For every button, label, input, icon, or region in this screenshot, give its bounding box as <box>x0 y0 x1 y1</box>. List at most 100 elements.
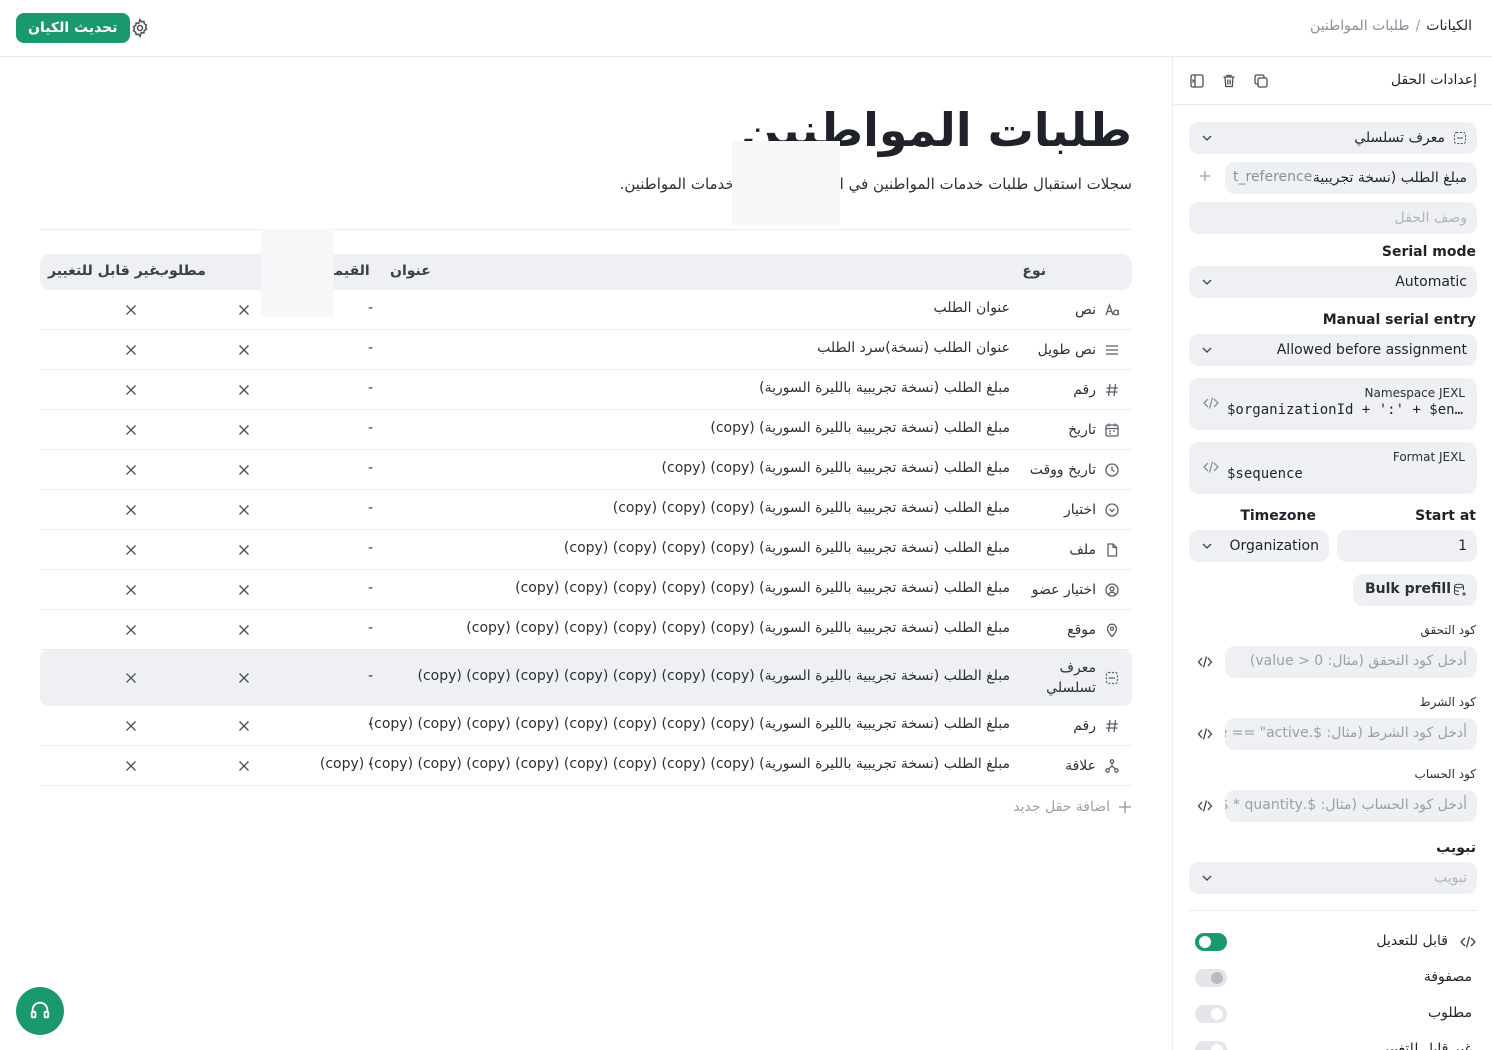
code-icon[interactable] <box>1460 935 1476 949</box>
calc-label: كود الحساب <box>1414 767 1476 781</box>
field-description-input[interactable]: وصف الحقل <box>1189 202 1477 234</box>
table-row[interactable]: تاريخ مبلغ الطلب (نسخة تجريبية بالليرة ال… <box>40 410 1132 450</box>
chevron-down-icon <box>1202 875 1212 882</box>
bulk-prefill-button[interactable]: Bulk prefill <box>1353 574 1477 606</box>
row-type: علاقة <box>1065 758 1096 774</box>
select-icon <box>1105 503 1119 517</box>
table-row[interactable]: نص طويل عنوان الطلب (نسخة)سرد الطلب - <box>40 330 1132 370</box>
manual-entry-value: Allowed before assignment <box>1276 342 1467 358</box>
entity-description[interactable]: سجلات استقبال طلبات خدمات المواطنين في ا… <box>620 175 1132 193</box>
support-button[interactable] <box>16 987 64 1035</box>
namespace-jexl-field[interactable]: Namespace JEXL $organizationId + ':' + $… <box>1189 378 1477 430</box>
table-row[interactable]: موقع مبلغ الطلب (نسخة تجريبية بالليرة الس… <box>40 610 1132 650</box>
namespace-label: Namespace JEXL <box>1364 386 1465 400</box>
panel-title: إعدادات الحقل <box>1390 72 1477 88</box>
field-key-value: t_reference <box>1233 169 1313 185</box>
field-settings-panel: إعدادات الحقل معرف تسلسلي مبلغ الطلب (نس… <box>1172 57 1492 1050</box>
code-icon[interactable] <box>1197 726 1213 742</box>
table-row[interactable]: رقم مبلغ الطلب (نسخة تجريبية بالليرة السو… <box>40 370 1132 410</box>
calc-code-input[interactable]: أدخل كود الحساب (مثال: $.quantity * $ <box>1225 790 1477 822</box>
table-row[interactable]: علاقة مبلغ الطلب (نسخة تجريبية بالليرة ال… <box>40 746 1132 786</box>
immutable-x-icon <box>125 584 137 596</box>
long-text-icon <box>1106 345 1118 355</box>
immutable-x-icon <box>125 424 137 436</box>
table-row[interactable]: اختيار عضو مبلغ الطلب (نسخة تجريبية باللي… <box>40 570 1132 610</box>
add-field-button[interactable]: اضافة حقل جديد <box>1013 799 1132 815</box>
timezone-select[interactable]: Organization <box>1189 530 1329 562</box>
header-title: عنوان <box>390 263 431 279</box>
format-value: $sequence <box>1227 466 1303 482</box>
main-content: طلبات المواطنين سجلات استقبال طلبات خدما… <box>0 57 1172 1050</box>
divider <box>1189 910 1477 911</box>
toggle-label: غير قابل للتغيير <box>1382 1041 1472 1050</box>
divider <box>40 229 1132 230</box>
field-type-select[interactable]: معرف تسلسلي <box>1189 122 1477 154</box>
code-icon[interactable] <box>1197 798 1213 814</box>
manual-entry-label: Manual serial entry <box>1322 312 1476 328</box>
table-row[interactable]: اختيار مبلغ الطلب (نسخة تجريبية بالليرة ا… <box>40 490 1132 530</box>
immutable-x-icon <box>125 464 137 476</box>
immutable-x-icon <box>125 760 137 772</box>
row-type: رقم <box>1073 718 1096 734</box>
row-type: معرف تسلسلي <box>1046 660 1096 696</box>
condition-label: كود الشرط <box>1419 695 1476 709</box>
required-x-icon <box>238 464 250 476</box>
field-label-input[interactable]: مبلغ الطلب (نسخة تجريبية t_reference <box>1225 162 1477 194</box>
table-row[interactable]: رقم مبلغ الطلب (نسخة تجريبية بالليرة السو… <box>40 706 1132 746</box>
table-header: نوع عنوان القيمة مطلوب غير قابل للتغيير <box>40 254 1132 290</box>
start-at-value: 1 <box>1458 538 1467 554</box>
toggle-switch[interactable] <box>1195 933 1227 951</box>
table-row[interactable]: معرف تسلسلي مبلغ الطلب (نسخة تجريبية بالل… <box>40 650 1132 706</box>
text-icon <box>1105 303 1119 316</box>
serial-icon <box>1105 671 1119 685</box>
row-type: رقم <box>1073 382 1096 398</box>
breadcrumb-entities[interactable]: الكيانات <box>1426 18 1472 34</box>
hash-icon <box>1106 383 1118 397</box>
start-at-input[interactable]: 1 <box>1337 530 1477 562</box>
table-row[interactable]: ملف مبلغ الطلب (نسخة تجريبية بالليرة السو… <box>40 530 1132 570</box>
validation-label: كود التحقق <box>1420 623 1476 637</box>
required-x-icon <box>238 720 250 732</box>
tab-select[interactable]: تبويب <box>1189 862 1477 894</box>
row-value: - <box>368 756 374 772</box>
table-row[interactable]: نص عنوان الطلب - <box>40 290 1132 330</box>
condition-placeholder: أدخل كود الشرط (مثال: $.type == "active" <box>1225 725 1467 741</box>
file-icon <box>1107 543 1118 557</box>
row-value: - <box>368 380 374 396</box>
toggle-label: مطلوب <box>1427 1005 1472 1021</box>
row-value: - <box>368 420 374 436</box>
row-title: مبلغ الطلب (نسخة تجريبية بالليرة السورية… <box>563 540 1010 556</box>
toggle-switch[interactable] <box>1195 1041 1227 1050</box>
breadcrumb: الكيانات / طلبات المواطنين <box>1310 18 1472 34</box>
immutable-x-icon <box>125 624 137 636</box>
code-icon[interactable] <box>1197 654 1213 670</box>
breadcrumb-separator: / <box>1415 18 1421 34</box>
format-jexl-field[interactable]: Format JEXL $sequence <box>1189 442 1477 494</box>
update-entity-button[interactable]: تحديث الكيان <box>16 13 130 43</box>
toggle-switch[interactable] <box>1195 969 1227 987</box>
row-title: مبلغ الطلب (نسخة تجريبية بالليرة السورية… <box>710 420 1010 436</box>
plus-icon[interactable] <box>1199 170 1211 182</box>
row-value: - <box>368 716 374 732</box>
gear-icon[interactable] <box>130 18 150 38</box>
row-value: - <box>368 620 374 636</box>
row-value: - <box>368 500 374 516</box>
row-type: تاريخ ووقت <box>1029 462 1096 478</box>
validation-placeholder: أدخل كود التحقق (مثال: value > 0) <box>1249 653 1467 669</box>
row-title: مبلغ الطلب (نسخة تجريبية بالليرة السورية… <box>759 380 1010 396</box>
immutable-x-icon <box>125 384 137 396</box>
manual-entry-select[interactable]: Allowed before assignment <box>1189 334 1477 366</box>
serial-mode-select[interactable]: Automatic <box>1189 266 1477 298</box>
validation-code-input[interactable]: أدخل كود التحقق (مثال: value > 0) <box>1225 646 1477 678</box>
trash-icon[interactable] <box>1221 73 1237 89</box>
header-required: مطلوب <box>155 263 206 279</box>
plus-icon <box>1119 801 1131 813</box>
copy-icon[interactable] <box>1253 73 1269 89</box>
format-label: Format JEXL <box>1392 450 1465 464</box>
condition-code-input[interactable]: أدخل كود الشرط (مثال: $.type == "active" <box>1225 718 1477 750</box>
start-at-label: Start at <box>1415 508 1476 524</box>
table-row[interactable]: تاريخ ووقت مبلغ الطلب (نسخة تجريبية باللي… <box>40 450 1132 490</box>
panel-layout-icon[interactable] <box>1189 73 1205 89</box>
toggle-switch[interactable] <box>1195 1005 1227 1023</box>
required-x-icon <box>238 504 250 516</box>
